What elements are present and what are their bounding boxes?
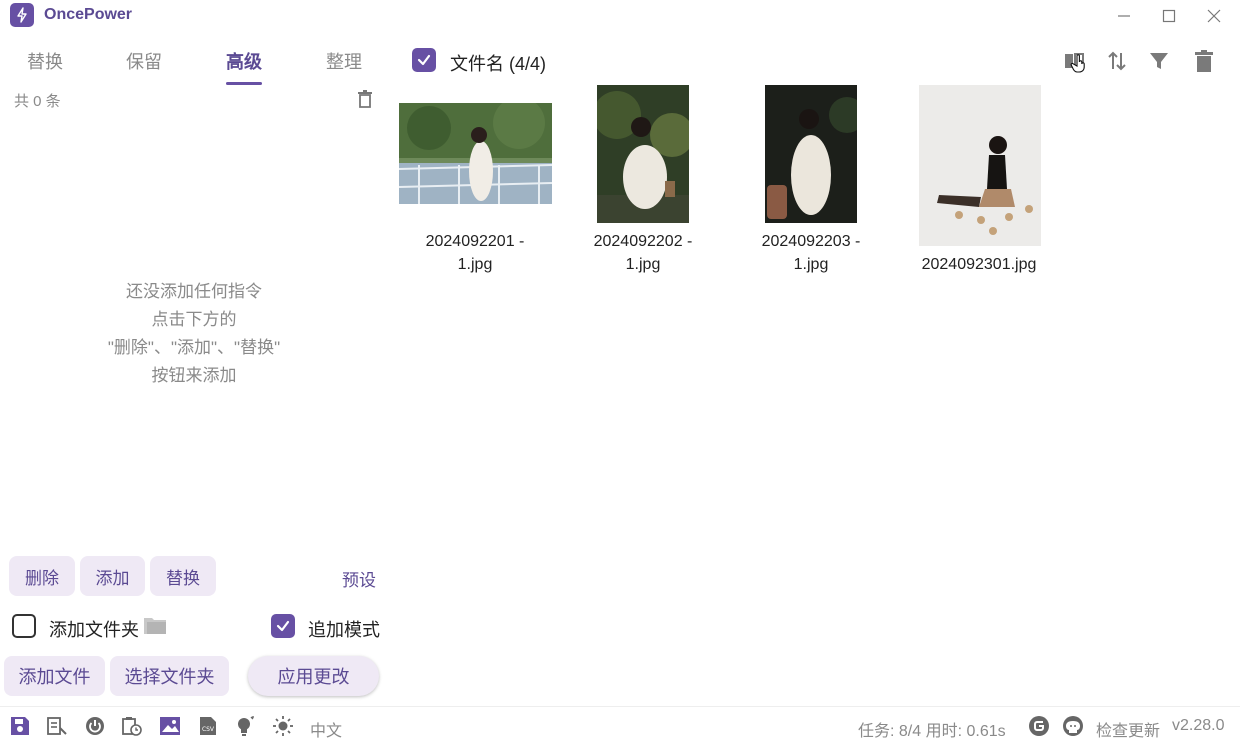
status-bar: CSV 中文 任务: 8/4 用时: 0.61s 检查更新 v2.28.0 [0, 706, 1240, 742]
file-name-line-2: 1.jpg [625, 256, 661, 273]
minimize-button[interactable] [1111, 3, 1137, 29]
apply-changes-button[interactable]: 应用更改 [248, 656, 379, 696]
gitee-icon[interactable] [1028, 715, 1050, 737]
add-rule-button[interactable]: 添加 [80, 556, 145, 596]
file-name-line-2: 2024092301.jpg [921, 256, 1037, 273]
tab-replace[interactable]: 替换 [27, 48, 63, 74]
replace-rule-button[interactable]: 替换 [150, 556, 216, 596]
csv-icon[interactable]: CSV [197, 715, 219, 737]
file-item[interactable]: 2024092203 - 1.jpg [727, 84, 895, 284]
check-update-link[interactable]: 检查更新 [1096, 717, 1160, 741]
preset-button[interactable]: 预设 [342, 566, 376, 591]
file-name-line-1: 2024092201 - [425, 233, 525, 250]
file-thumbnail-image [399, 103, 552, 204]
history-icon[interactable] [121, 715, 143, 737]
filter-icon[interactable] [1145, 47, 1173, 75]
tips-lightbulb-icon[interactable] [234, 715, 256, 737]
delete-rule-button[interactable]: 删除 [9, 556, 75, 596]
title-bar: OncePower [0, 0, 1240, 32]
select-all-files-checkbox[interactable] [412, 48, 436, 72]
clear-rules-trash-icon[interactable] [358, 90, 376, 110]
tab-organize[interactable]: 整理 [326, 48, 362, 74]
append-mode-checkbox[interactable] [271, 614, 295, 638]
log-icon[interactable] [46, 715, 68, 737]
close-button[interactable] [1201, 3, 1227, 29]
file-item[interactable]: 2024092201 - 1.jpg [391, 84, 559, 284]
delete-files-trash-icon[interactable] [1190, 47, 1218, 75]
image-icon[interactable] [159, 715, 181, 737]
active-tab-indicator [226, 82, 262, 85]
tab-advanced[interactable]: 高级 [226, 48, 262, 74]
empty-line-3: "删除"、"添加"、"替换" [107, 338, 281, 357]
add-folder-label: 添加文件夹 [49, 620, 139, 640]
file-thumbnail-image [765, 85, 857, 223]
sort-icon[interactable] [1103, 47, 1131, 75]
app-logo-icon [10, 3, 34, 27]
add-folder-checkbox[interactable] [12, 614, 36, 638]
rule-tabs: 替换 保留 高级 整理 [0, 38, 390, 86]
file-list-header: 文件名 (4/4) [450, 54, 547, 74]
append-mode-label: 追加模式 [308, 620, 380, 640]
file-item[interactable]: 2024092301.jpg [895, 84, 1063, 284]
file-name-line-2: 1.jpg [457, 256, 493, 273]
github-icon[interactable] [1062, 715, 1084, 737]
save-icon[interactable] [9, 715, 31, 737]
file-name-line-1: 2024092203 - [761, 233, 861, 250]
file-name-line-1: 2024092202 - [593, 233, 693, 250]
empty-rules-message: 还没添加任何指令 点击下方的 "删除"、"添加"、"替换" 按钮来添加 [60, 278, 328, 390]
file-name-line-2: 1.jpg [793, 256, 829, 273]
version-label: v2.28.0 [1172, 717, 1225, 734]
empty-line-1: 还没添加任何指令 [126, 282, 262, 301]
file-item[interactable]: 2024092202 - 1.jpg [559, 84, 727, 284]
maximize-button[interactable] [1156, 3, 1182, 29]
view-mode-icon[interactable] [1061, 47, 1089, 75]
file-thumbnail-image [597, 85, 689, 223]
theme-sun-icon[interactable] [272, 715, 294, 737]
folder-icon [144, 616, 166, 634]
power-icon[interactable] [84, 715, 106, 737]
empty-line-4: 按钮来添加 [151, 366, 237, 385]
file-thumbnail-image [919, 85, 1041, 246]
app-title: OncePower [44, 6, 133, 23]
language-toggle[interactable]: 中文 [310, 717, 342, 741]
add-file-button[interactable]: 添加文件 [4, 656, 105, 696]
tab-keep[interactable]: 保留 [126, 48, 162, 74]
empty-line-2: 点击下方的 [151, 310, 237, 329]
select-folder-button[interactable]: 选择文件夹 [110, 656, 229, 696]
rule-count: 共 0 条 [14, 93, 61, 110]
svg-text:CSV: CSV [202, 726, 215, 733]
task-info: 任务: 8/4 用时: 0.61s [858, 723, 1006, 740]
